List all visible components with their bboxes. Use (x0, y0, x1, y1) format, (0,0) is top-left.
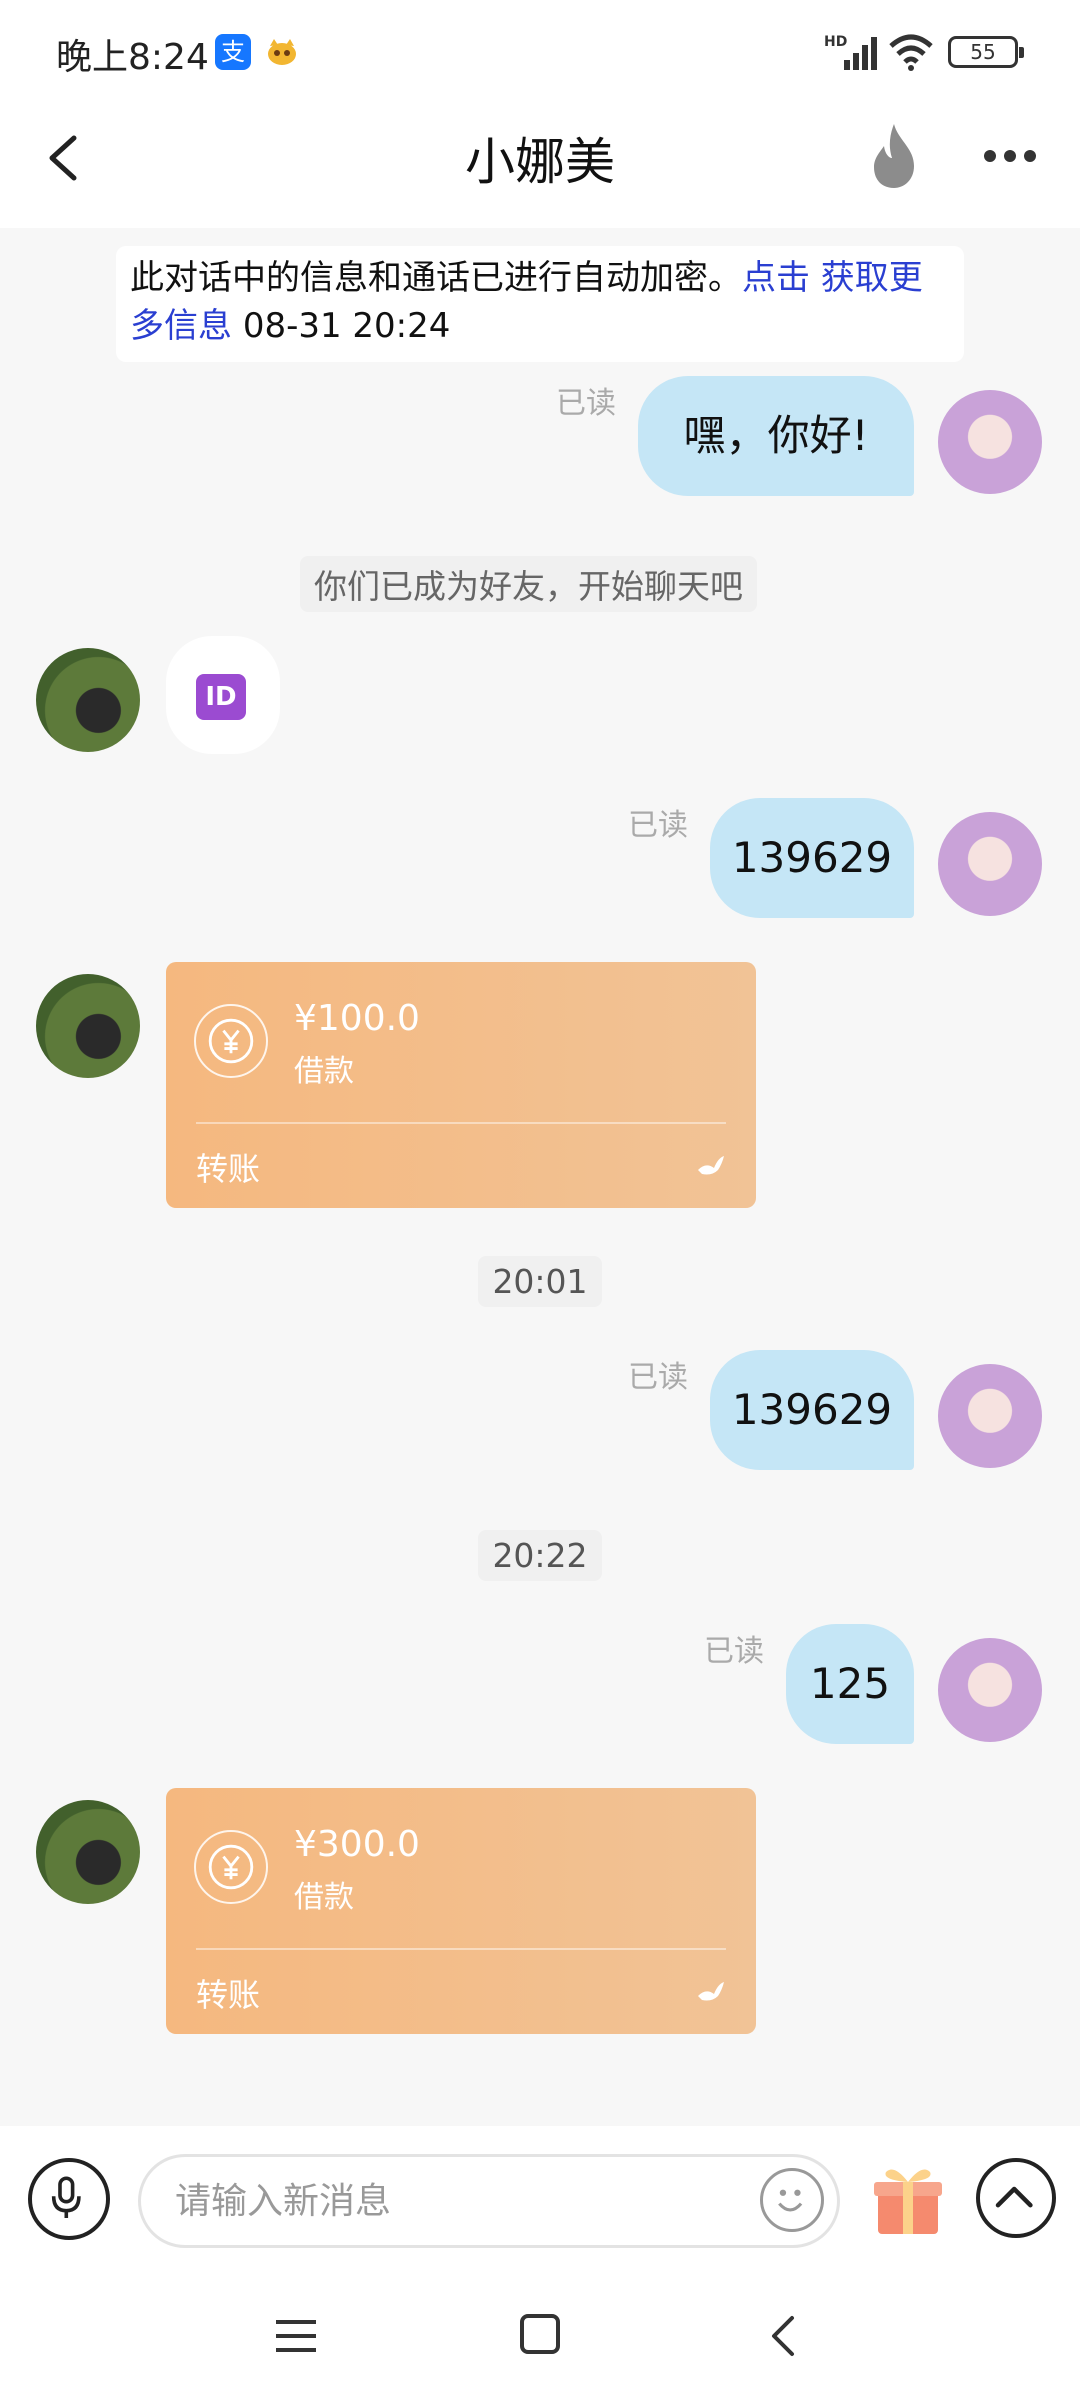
yuan-exchange-icon (194, 1830, 268, 1904)
bird-logo-icon (698, 1156, 724, 1175)
fire-icon[interactable] (864, 122, 924, 192)
read-status: 已读 (556, 386, 616, 421)
back-icon[interactable] (764, 2312, 804, 2360)
status-bar: 晚上8:24 支 HD 55 (0, 0, 1080, 100)
message-input[interactable] (138, 2154, 840, 2248)
bird-logo-icon (698, 1982, 724, 2001)
friend-added-notice: 你们已成为好友，开始聊天吧 (300, 556, 757, 612)
message-bubble[interactable]: 139629 (710, 1350, 914, 1470)
chat-header: 小娜美 (0, 100, 1080, 228)
wifi-icon (889, 34, 933, 71)
message-bubble[interactable]: 125 (786, 1624, 914, 1744)
my-avatar[interactable] (938, 1364, 1042, 1468)
timestamp-text: 20:22 (478, 1530, 602, 1581)
battery-icon: 55 (948, 36, 1024, 68)
transfer-note: 借款 (294, 1880, 354, 1915)
signal-icon (844, 37, 877, 70)
notice-time: 08-31 20:24 (242, 306, 451, 346)
friend-avatar[interactable] (36, 648, 140, 752)
transfer-amount: ¥100.0 (294, 998, 420, 1039)
more-dots-icon[interactable] (980, 138, 1040, 174)
emoji-message-bubble[interactable]: ID (166, 636, 280, 754)
yuan-exchange-icon (194, 1004, 268, 1078)
my-avatar[interactable] (938, 1638, 1042, 1742)
system-nav-bar (0, 2276, 1080, 2400)
alipay-icon: 支 (215, 34, 251, 70)
transfer-card[interactable]: ¥100.0 借款 转账 (166, 962, 756, 1208)
notice-text: 此对话中的信息和通话已进行自动加密。 (130, 258, 742, 298)
microphone-icon[interactable] (28, 2158, 110, 2240)
my-avatar[interactable] (938, 390, 1042, 494)
timestamp-text: 20:01 (478, 1256, 602, 1307)
divider (196, 1948, 726, 1950)
transfer-note: 借款 (294, 1054, 354, 1089)
my-avatar[interactable] (938, 812, 1042, 916)
read-status: 已读 (628, 808, 688, 843)
transfer-amount: ¥300.0 (294, 1824, 420, 1865)
divider (196, 1122, 726, 1124)
encryption-notice: 此对话中的信息和通话已进行自动加密。点击 获取更多信息 08-31 20:24 (116, 246, 964, 362)
transfer-card[interactable]: ¥300.0 借款 转账 (166, 1788, 756, 2034)
input-bar (0, 2126, 1080, 2276)
id-emoji-icon: ID (196, 674, 246, 720)
transfer-label: 转账 (196, 1150, 261, 1188)
friend-avatar[interactable] (36, 974, 140, 1078)
gift-icon[interactable] (872, 2162, 944, 2238)
message-bubble[interactable]: 嘿，你好! (638, 376, 914, 496)
menu-icon[interactable] (274, 2316, 318, 2356)
friend-avatar[interactable] (36, 1800, 140, 1904)
app-mascot-icon (268, 39, 296, 65)
chevron-up-icon[interactable] (976, 2158, 1056, 2238)
timestamp: 20:22 (0, 1530, 1080, 1581)
read-status: 已读 (704, 1634, 764, 1669)
emoji-icon[interactable] (760, 2168, 824, 2232)
message-bubble[interactable]: 139629 (710, 798, 914, 918)
status-time: 晚上8:24 (56, 37, 209, 78)
timestamp: 20:01 (0, 1256, 1080, 1307)
read-status: 已读 (628, 1360, 688, 1395)
home-icon[interactable] (520, 2314, 560, 2354)
transfer-label: 转账 (196, 1976, 261, 2014)
